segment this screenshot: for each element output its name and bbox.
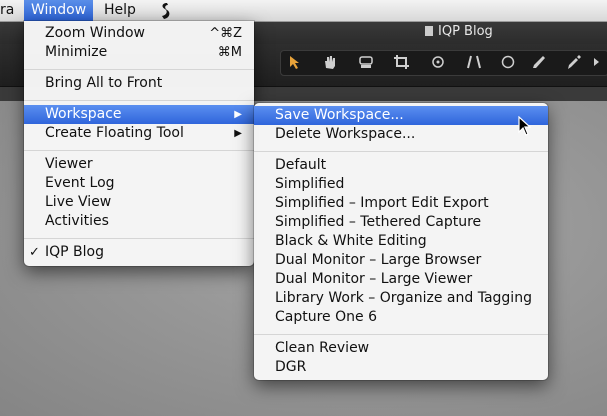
menu-item-label: Clean Review xyxy=(275,340,370,356)
menu-bar: ra Window Help xyxy=(0,0,607,22)
menu-item-label: Minimize xyxy=(45,44,108,60)
document-icon xyxy=(425,26,433,36)
menu-item-activities[interactable]: Activities xyxy=(24,212,254,231)
menu-item-custom-workspace[interactable]: DGR xyxy=(254,358,548,377)
menu-item-label: Dual Monitor – Large Viewer xyxy=(275,271,473,287)
brush-icon[interactable] xyxy=(530,54,548,70)
menu-item-iqp-blog[interactable]: ✓ IQP Blog xyxy=(24,243,254,262)
loupe-icon[interactable] xyxy=(357,54,375,70)
crop-icon[interactable] xyxy=(393,54,411,70)
menubar-item-previous[interactable]: ra xyxy=(0,0,21,21)
menu-item-label: Default xyxy=(275,157,327,173)
menu-item-label: Dual Monitor – Large Browser xyxy=(275,252,482,268)
submenu-arrow-icon: ▶ xyxy=(234,128,242,139)
script-menu-icon[interactable] xyxy=(151,0,179,21)
menu-item-label: Live View xyxy=(45,194,112,210)
menu-item-workspace-preset[interactable]: Default xyxy=(254,156,548,175)
submenu-arrow-icon: ▶ xyxy=(234,109,242,120)
menu-item-label: Viewer xyxy=(45,156,93,172)
menu-item-label: Black & White Editing xyxy=(275,233,427,249)
menu-item-label: DGR xyxy=(275,359,307,375)
keystone-icon[interactable] xyxy=(465,54,483,70)
menu-item-save-workspace[interactable]: Save Workspace... xyxy=(254,106,548,125)
menu-item-label: Simplified – Import Edit Export xyxy=(275,195,489,211)
mouse-cursor-icon xyxy=(518,116,532,136)
menu-item-zoom-window[interactable]: Zoom Window ^⌘Z xyxy=(24,24,254,43)
menu-item-label: Event Log xyxy=(45,175,115,191)
menu-item-shortcut: ⌘M xyxy=(217,45,242,60)
menu-item-create-floating-tool[interactable]: Create Floating Tool ▶ xyxy=(24,124,254,143)
overflow-icon[interactable] xyxy=(592,54,607,70)
menu-item-label: Library Work – Organize and Tagging xyxy=(275,290,532,306)
workspace-submenu: Save Workspace... Delete Workspace... De… xyxy=(254,103,548,380)
checkmark-icon: ✓ xyxy=(29,245,40,260)
menu-item-bring-all-to-front[interactable]: Bring All to Front xyxy=(24,74,254,93)
menu-item-label: Simplified – Tethered Capture xyxy=(275,214,482,230)
window-title: IQP Blog xyxy=(425,24,493,39)
menu-item-workspace[interactable]: Workspace ▶ xyxy=(24,105,254,124)
menu-separator xyxy=(24,150,254,151)
menu-item-workspace-preset[interactable]: Library Work – Organize and Tagging xyxy=(254,289,548,308)
menu-item-label: Workspace xyxy=(45,106,122,122)
menu-separator xyxy=(24,100,254,101)
menu-item-shortcut: ^⌘Z xyxy=(209,26,242,41)
menu-item-label: Simplified xyxy=(275,176,345,192)
pan-hand-icon[interactable] xyxy=(321,54,339,70)
menubar-item-window[interactable]: Window xyxy=(24,0,94,21)
window-menu: Zoom Window ^⌘Z Minimize ⌘M Bring All to… xyxy=(24,21,254,266)
select-pointer-icon[interactable] xyxy=(287,54,305,70)
menu-item-minimize[interactable]: Minimize ⌘M xyxy=(24,43,254,62)
menu-item-live-view[interactable]: Live View xyxy=(24,193,254,212)
menu-item-workspace-preset[interactable]: Capture One 6 xyxy=(254,308,548,327)
menu-item-custom-workspace[interactable]: Clean Review xyxy=(254,339,548,358)
menu-separator xyxy=(24,69,254,70)
menu-item-viewer[interactable]: Viewer xyxy=(24,155,254,174)
rotate-icon[interactable] xyxy=(429,54,447,70)
menu-item-label: Delete Workspace... xyxy=(275,126,416,142)
menu-item-event-log[interactable]: Event Log xyxy=(24,174,254,193)
circle-mask-icon[interactable] xyxy=(499,54,517,70)
menu-item-workspace-preset[interactable]: Black & White Editing xyxy=(254,232,548,251)
menu-item-workspace-preset[interactable]: Dual Monitor – Large Viewer xyxy=(254,270,548,289)
menu-item-workspace-preset[interactable]: Dual Monitor – Large Browser xyxy=(254,251,548,270)
menu-separator xyxy=(254,151,548,152)
menu-item-label: Activities xyxy=(45,213,109,229)
menu-item-workspace-preset[interactable]: Simplified – Tethered Capture xyxy=(254,213,548,232)
menu-item-label: Save Workspace... xyxy=(275,107,404,123)
menubar-item-help[interactable]: Help xyxy=(97,0,143,21)
window-title-text: IQP Blog xyxy=(438,24,493,39)
menu-item-label: Bring All to Front xyxy=(45,75,163,91)
menu-separator xyxy=(24,238,254,239)
menu-separator xyxy=(254,334,548,335)
menu-item-label: Capture One 6 xyxy=(275,309,377,325)
menu-item-workspace-preset[interactable]: Simplified – Import Edit Export xyxy=(254,194,548,213)
menu-item-workspace-preset[interactable]: Simplified xyxy=(254,175,548,194)
menu-item-label: IQP Blog xyxy=(45,244,104,260)
picker-icon[interactable] xyxy=(565,54,583,70)
menu-item-delete-workspace[interactable]: Delete Workspace... xyxy=(254,125,548,144)
menu-item-label: Create Floating Tool xyxy=(45,125,184,141)
menu-item-label: Zoom Window xyxy=(45,25,146,41)
